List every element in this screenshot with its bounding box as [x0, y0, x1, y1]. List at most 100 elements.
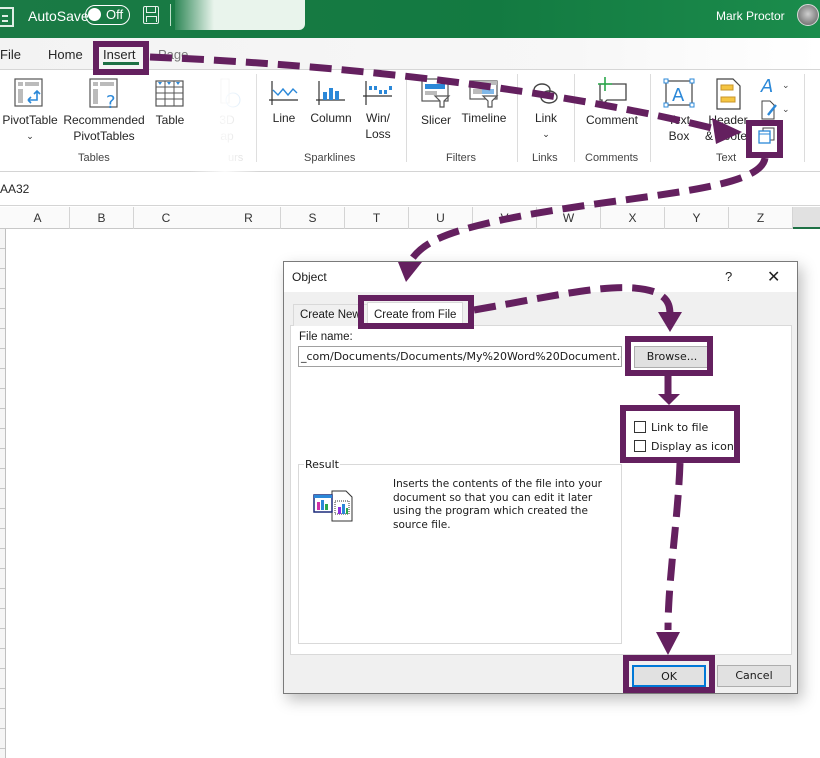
line-label: Line [272, 111, 296, 125]
ribbon: PivotTable ⌄ ? Recommended PivotTables T… [0, 70, 820, 172]
result-description: Inserts the contents of the file into yo… [393, 478, 602, 531]
column-headers: A B C R S T U V W X Y Z A [0, 207, 820, 229]
text-box-label-1: Text [667, 113, 690, 127]
wordart-icon[interactable]: A ⌄ [760, 76, 790, 94]
comment-icon [598, 77, 627, 107]
comment-button[interactable]: Comment [582, 76, 642, 128]
search-box-blurred[interactable] [175, 0, 305, 30]
column-header[interactable]: B [70, 207, 134, 229]
svg-text:⌄: ⌄ [782, 80, 790, 90]
svg-text:⌄: ⌄ [782, 104, 790, 114]
slicer-label: Slicer [420, 113, 451, 127]
embedded-object-icon [313, 490, 353, 522]
screenshot-fade [190, 70, 260, 230]
autosave-state: Off [106, 7, 124, 22]
autosave-toggle[interactable]: Off [85, 5, 130, 25]
avatar[interactable] [797, 4, 819, 26]
group-label-filters: Filters [446, 152, 476, 164]
recommended-pivottables-icon: ? [89, 78, 118, 110]
column-header-selected[interactable]: A [793, 207, 820, 229]
column-header[interactable]: W [537, 207, 601, 229]
link-icon [533, 83, 558, 104]
winloss-label-1: Win/ [366, 111, 390, 125]
winloss-label-2: Loss [365, 127, 391, 141]
chevron-down-icon: ⌄ [542, 129, 550, 139]
text-box-label-2: Box [668, 129, 690, 143]
tab-home[interactable]: Home [48, 47, 83, 62]
result-legend: Result [304, 458, 340, 471]
tab-create-new[interactable]: Create New [293, 304, 368, 326]
column-header[interactable]: R [217, 207, 281, 229]
column-header[interactable]: Z [729, 207, 793, 229]
column-header[interactable]: T [345, 207, 409, 229]
pivottable-button[interactable]: PivotTable ⌄ [0, 76, 60, 144]
help-icon[interactable]: ? [725, 269, 732, 284]
svg-text:A: A [760, 76, 773, 94]
column-label: Column [310, 111, 352, 125]
autosave-label: AutoSave [28, 8, 89, 24]
comment-label: Comment [585, 113, 638, 127]
close-icon[interactable]: ✕ [767, 267, 780, 287]
highlight-create-from-file-tab [358, 295, 474, 329]
toggle-knob [88, 8, 101, 21]
sparkline-line-icon [269, 81, 298, 105]
file-name-label: File name: [299, 331, 353, 343]
dialog-titlebar [284, 262, 797, 292]
recommended-label-2: PivotTables [73, 129, 135, 143]
table-button[interactable]: Table [150, 76, 190, 128]
group-label-tables: Tables [78, 152, 110, 164]
signature-line-icon[interactable]: ⌄ [760, 100, 790, 120]
timeline-button[interactable]: Timeline [458, 76, 510, 126]
table-icon [155, 80, 184, 107]
cancel-button[interactable]: Cancel [717, 665, 791, 687]
highlight-browse-button [625, 336, 713, 376]
link-label: Link [534, 111, 557, 125]
column-header[interactable]: X [601, 207, 665, 229]
name-box[interactable]: AA32 [0, 182, 29, 196]
highlight-insert-tab [93, 41, 149, 75]
group-label-text: Text [716, 152, 737, 164]
text-box-button[interactable]: A Text Box [658, 76, 700, 144]
column-header[interactable]: U [409, 207, 473, 229]
header-footer-icon [716, 78, 741, 110]
sparkline-column-button[interactable]: Column [306, 76, 356, 126]
row-headers[interactable] [0, 229, 6, 758]
column-header[interactable]: V [473, 207, 537, 229]
sparkline-winloss-button[interactable]: Win/ Loss [360, 76, 396, 142]
group-separator [804, 74, 805, 162]
save-icon[interactable] [143, 6, 159, 24]
column-header[interactable]: Y [665, 207, 729, 229]
user-name[interactable]: Mark Proctor [716, 9, 785, 23]
header-footer-label-2: & Footer [704, 129, 752, 143]
tab-page-layout[interactable]: Page [158, 47, 188, 62]
slicer-icon [421, 78, 451, 108]
group-label-comments: Comments [585, 152, 639, 164]
slicer-button[interactable]: Slicer [416, 76, 456, 128]
title-separator [170, 4, 171, 26]
recommended-pivottables-button[interactable]: ? Recommended PivotTables [62, 76, 146, 144]
table-label: Table [155, 113, 185, 127]
column-header[interactable]: A [6, 207, 70, 229]
formula-bar: AA32 [0, 172, 820, 206]
pivottable-icon [14, 78, 43, 107]
group-label-sparklines: Sparklines [304, 152, 356, 164]
recommended-label-1: Recommended [63, 113, 145, 127]
text-box-icon: A [663, 78, 695, 108]
group-label-links: Links [532, 152, 558, 164]
tab-file[interactable]: File [0, 47, 21, 62]
column-header[interactable]: C [134, 207, 198, 229]
title-bar: AutoSave Off Mark Proctor [0, 0, 820, 38]
highlight-object-button [746, 120, 783, 158]
highlight-checkboxes [620, 405, 740, 463]
file-name-input[interactable]: _com/Documents/Documents/My%20Word%20Doc… [298, 346, 622, 367]
svg-text:A: A [672, 85, 685, 106]
group-separator [406, 74, 407, 162]
svg-text:?: ? [106, 92, 116, 110]
timeline-label: Timeline [461, 111, 507, 125]
column-header[interactable]: S [281, 207, 345, 229]
sparkline-column-icon [316, 81, 345, 105]
sparkline-winloss-icon [363, 81, 392, 105]
link-button[interactable]: Link ⌄ [526, 76, 566, 142]
sparkline-line-button[interactable]: Line [266, 76, 302, 126]
header-footer-button[interactable]: Header & Footer [704, 76, 752, 144]
